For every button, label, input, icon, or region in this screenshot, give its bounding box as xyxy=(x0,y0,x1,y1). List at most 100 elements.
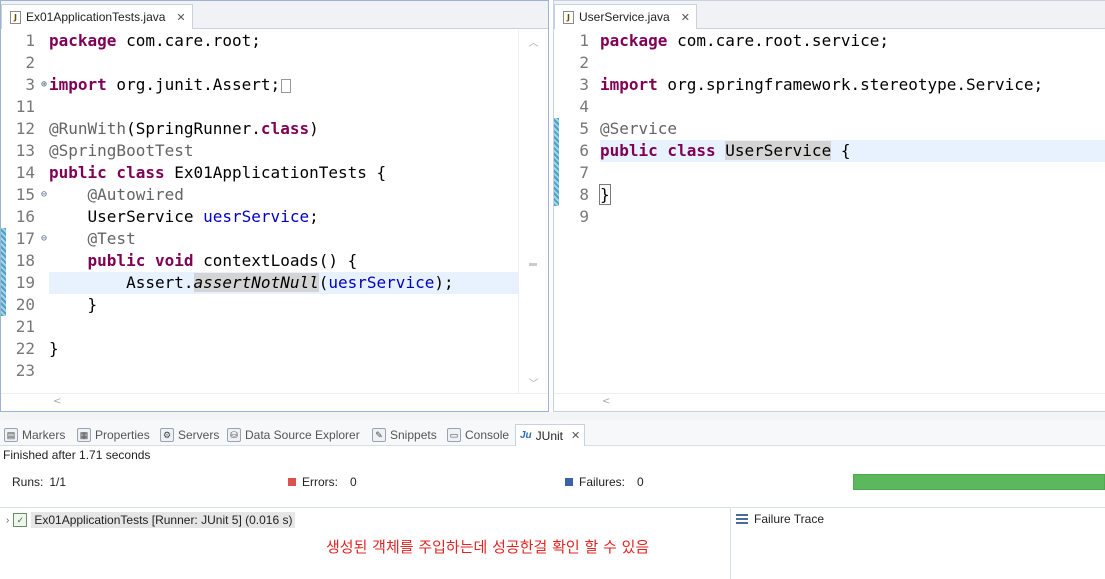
line-number: 17 ⊖ xyxy=(15,229,47,248)
sash[interactable] xyxy=(0,412,1105,420)
tab-label: Ex01ApplicationTests.java xyxy=(26,10,166,24)
code-line[interactable]: UserService uesrService; xyxy=(49,206,518,228)
code-line[interactable] xyxy=(49,52,518,74)
line-number: 4 xyxy=(579,97,589,116)
chevron-right-icon[interactable]: › xyxy=(6,515,9,526)
expand-fold-icon[interactable]: ⊕ xyxy=(41,74,47,96)
junit-icon: Ju xyxy=(520,430,532,441)
horizontal-scrollbar[interactable]: < xyxy=(554,393,1105,411)
line-number: 6 xyxy=(579,141,589,160)
console-icon: ▭ xyxy=(447,428,461,442)
stack-trace-icon xyxy=(736,514,748,524)
scroll-up-icon[interactable]: ︿ xyxy=(519,34,548,49)
runs-counter: Runs: 1/1 xyxy=(12,475,67,489)
code-line[interactable]: @Test xyxy=(49,228,518,250)
line-number: 13 xyxy=(15,141,35,160)
line-number: 12 xyxy=(15,119,35,138)
code-line-current[interactable]: Assert.assertNotNull(uesrService); xyxy=(49,272,518,294)
editor-test-class[interactable]: J Ex01ApplicationTests.java ✕ 1 2 3 ⊕ 11 … xyxy=(0,0,549,412)
line-number: 15 ⊖ xyxy=(15,185,47,204)
tab-servers[interactable]: ⚙ Servers xyxy=(160,424,219,446)
line-number: 5 xyxy=(579,119,589,138)
line-number: 21 xyxy=(15,317,35,336)
line-number: 9 xyxy=(579,207,589,226)
close-icon[interactable]: ✕ xyxy=(571,429,580,442)
code-line[interactable]: @Service xyxy=(600,118,1105,140)
code-line[interactable] xyxy=(49,360,518,382)
code-line[interactable]: import org.junit.Assert; xyxy=(49,74,518,96)
line-number: 18 xyxy=(15,251,35,270)
test-tree[interactable]: › ✓ Ex01ApplicationTests [Runner: JUnit … xyxy=(0,507,731,579)
markers-icon: ▤ xyxy=(4,428,18,442)
tab-data-source-explorer[interactable]: ⛁ Data Source Explorer xyxy=(227,424,360,446)
tab-ex01-application-tests[interactable]: J Ex01ApplicationTests.java ✕ xyxy=(1,4,193,29)
code-area[interactable]: 1 2 3 4 5 6 7 8 9 package com.care.root.… xyxy=(554,30,1105,394)
close-icon[interactable]: ✕ xyxy=(681,11,690,24)
failure-icon xyxy=(565,478,573,486)
line-number: 23 xyxy=(15,361,35,380)
code-line[interactable]: public class Ex01ApplicationTests { xyxy=(49,162,518,184)
code-line[interactable]: } xyxy=(599,184,1105,206)
failures-counter: Failures: 0 xyxy=(565,475,644,489)
code-line[interactable]: import org.springframework.stereotype.Se… xyxy=(600,74,1105,96)
code-lines[interactable]: package com.care.root; import org.junit.… xyxy=(49,30,518,382)
servers-icon: ⚙ xyxy=(160,428,174,442)
data-source-icon: ⛁ xyxy=(227,428,241,442)
bottom-view-tabs: ▤ Markers ▦ Properties ⚙ Servers ⛁ Data … xyxy=(0,420,1105,446)
close-icon[interactable]: ✕ xyxy=(176,11,185,24)
line-number: 7 xyxy=(579,163,589,182)
line-number: 2 xyxy=(25,53,35,72)
test-suite-passed-icon: ✓ xyxy=(13,513,28,527)
line-number: 11 xyxy=(15,97,35,116)
code-lines[interactable]: package com.care.root.service; import or… xyxy=(599,30,1105,228)
scroll-left-icon[interactable]: < xyxy=(53,396,61,407)
code-line[interactable]: @Autowired xyxy=(49,184,518,206)
junit-finished-status: Finished after 1.71 seconds xyxy=(3,448,151,462)
test-tree-item[interactable]: › ✓ Ex01ApplicationTests [Runner: JUnit … xyxy=(6,512,296,528)
tab-user-service[interactable]: J UserService.java ✕ xyxy=(554,4,697,29)
editor-tabbar: J Ex01ApplicationTests.java ✕ xyxy=(1,1,548,29)
line-number-gutter: 1 2 3 4 5 6 7 8 9 xyxy=(559,30,591,228)
code-line[interactable]: } xyxy=(49,338,518,360)
code-line[interactable] xyxy=(49,316,518,338)
code-line[interactable]: package com.care.root; xyxy=(49,30,518,52)
tab-snippets[interactable]: ✎ Snippets xyxy=(372,424,437,446)
java-file-icon: J xyxy=(10,10,21,24)
tab-markers[interactable]: ▤ Markers xyxy=(4,424,65,446)
code-line[interactable] xyxy=(600,96,1105,118)
junit-progress-bar xyxy=(853,474,1105,490)
editor-user-service[interactable]: J UserService.java ✕ 1 2 3 4 5 6 7 8 9 p… xyxy=(553,0,1105,412)
code-line[interactable] xyxy=(49,96,518,118)
tab-console[interactable]: ▭ Console xyxy=(447,424,509,446)
vertical-scrollbar[interactable]: ︿ ﹀ xyxy=(518,30,548,394)
collapse-fold-icon[interactable]: ⊖ xyxy=(41,184,47,206)
collapse-fold-icon[interactable]: ⊖ xyxy=(41,228,47,250)
code-line-current[interactable]: public class UserService { xyxy=(600,140,1105,162)
code-area[interactable]: 1 2 3 ⊕ 11 12 13 14 15 ⊖ 16 17 ⊖ 18 19 20 2… xyxy=(1,30,548,394)
line-number: 20 xyxy=(15,295,35,314)
code-line[interactable]: package com.care.root.service; xyxy=(600,30,1105,52)
code-line[interactable]: public void contextLoads() { xyxy=(49,250,518,272)
folded-imports-icon[interactable] xyxy=(281,78,292,93)
errors-counter: Errors: 0 xyxy=(288,475,357,489)
tab-label: UserService.java xyxy=(579,10,670,24)
scroll-left-icon[interactable]: < xyxy=(602,396,610,407)
horizontal-scrollbar[interactable]: < xyxy=(1,393,548,411)
code-line[interactable]: @SpringBootTest xyxy=(49,140,518,162)
java-file-icon: J xyxy=(563,10,574,24)
error-icon xyxy=(288,478,296,486)
editor-tabbar: J UserService.java ✕ xyxy=(554,1,1105,29)
annotation-note: 생성된 객체를 주입하는데 성공한걸 확인 할 수 있음 xyxy=(326,538,650,556)
tab-junit[interactable]: Ju JUnit ✕ xyxy=(515,424,586,446)
overview-marker xyxy=(529,263,537,266)
scroll-down-icon[interactable]: ﹀ xyxy=(519,375,548,390)
line-number-gutter: 1 2 3 ⊕ 11 12 13 14 15 ⊖ 16 17 ⊖ 18 19 20 2… xyxy=(5,30,47,382)
code-line[interactable] xyxy=(600,52,1105,74)
snippets-icon: ✎ xyxy=(372,428,386,442)
line-number: 8 xyxy=(579,185,589,204)
tab-properties[interactable]: ▦ Properties xyxy=(77,424,150,446)
code-line[interactable] xyxy=(600,206,1105,228)
code-line[interactable]: @RunWith(SpringRunner.class) xyxy=(49,118,518,140)
code-line[interactable]: } xyxy=(49,294,518,316)
code-line[interactable] xyxy=(600,162,1105,184)
